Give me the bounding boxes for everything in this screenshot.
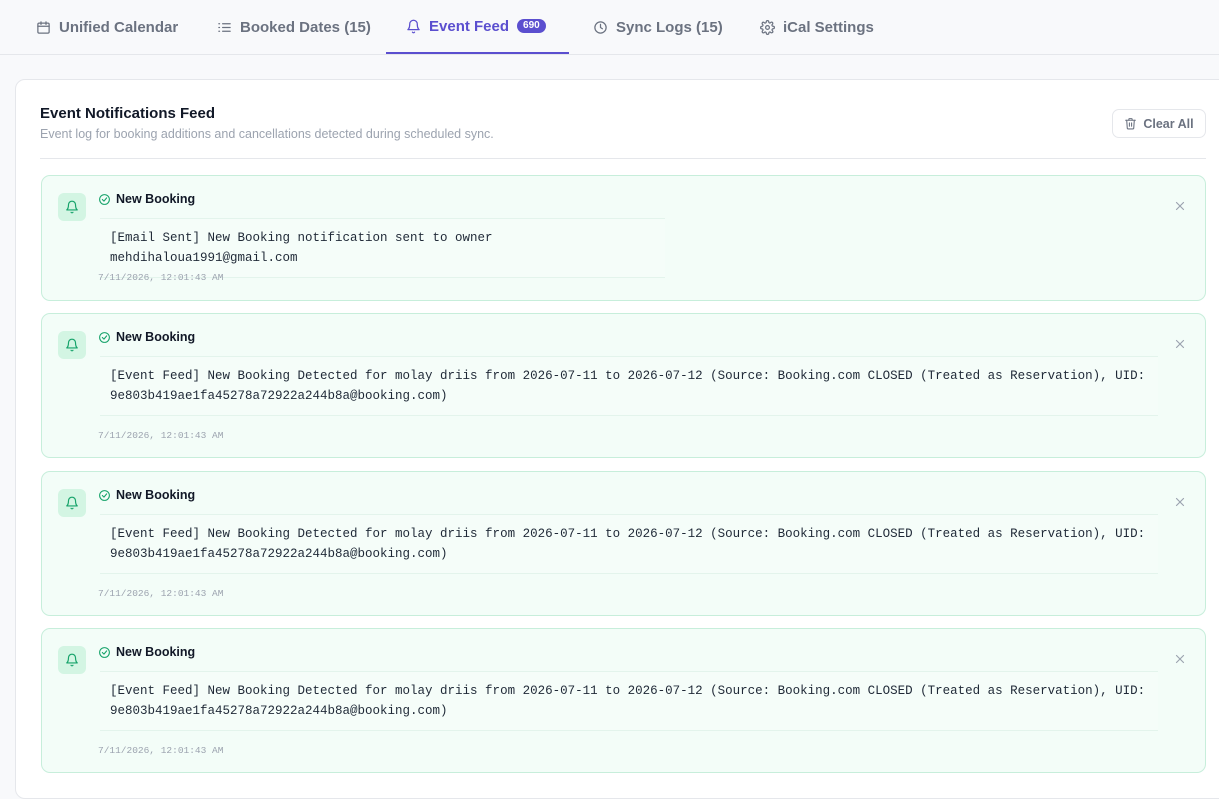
event-message-line: [Email Sent] New Booking notification se… [110,231,493,265]
event-bell-badge [58,331,86,359]
bell-icon [66,653,78,667]
event-message-line: 9e803b419ae1fa45278a72922a244b8a@booking… [110,704,448,718]
tab-ical-settings[interactable]: iCal Settings [760,0,874,54]
event-card: New Booking [Email Sent] New Booking not… [41,175,1206,301]
dismiss-event-button[interactable] [1173,495,1187,509]
panel-subtitle: Event log for booking additions and canc… [40,127,494,141]
event-message: [Email Sent] New Booking notification se… [100,218,665,278]
event-type: New Booking [98,645,195,659]
event-card: New Booking [Event Feed] New Booking Det… [41,471,1206,616]
event-type: New Booking [98,330,195,344]
dismiss-event-button[interactable] [1173,199,1187,213]
event-message: [Event Feed] New Booking Detected for mo… [100,356,1158,416]
event-message: [Event Feed] New Booking Detected for mo… [100,671,1158,731]
event-bell-badge [58,489,86,517]
event-timestamp: 7/11/2026, 12:01:43 AM [98,588,224,599]
event-type-label: New Booking [116,330,196,344]
tab-label: iCal Settings [783,18,874,36]
clock-icon [594,20,607,34]
calendar-icon [37,20,50,34]
tab-label: Event Feed [429,17,510,35]
tab-unified-calendar[interactable]: Unified Calendar [36,0,178,54]
list-icon [218,22,231,32]
check-circle-icon [99,646,110,658]
tab-event-feed[interactable]: Event Feed 690 [386,0,569,54]
event-message: [Event Feed] New Booking Detected for mo… [100,514,1158,574]
event-card: New Booking [Event Feed] New Booking Det… [41,628,1206,773]
bell-icon [407,19,420,33]
check-circle-icon [99,193,110,205]
event-message-line: 9e803b419ae1fa45278a72922a244b8a@booking… [110,389,448,403]
dismiss-event-button[interactable] [1173,652,1187,666]
event-bell-badge [58,193,86,221]
dismiss-event-button[interactable] [1173,337,1187,351]
close-icon [1175,497,1185,507]
event-message-line: [Event Feed] New Booking Detected for mo… [110,369,1146,383]
bell-icon [66,496,78,510]
check-circle-icon [99,489,110,501]
tab-label: Sync Logs (15) [616,18,723,36]
close-icon [1175,201,1185,211]
event-type-label: New Booking [116,488,196,502]
tab-label: Unified Calendar [59,18,179,36]
event-card: New Booking [Event Feed] New Booking Det… [41,313,1206,458]
trash-icon [1125,118,1137,130]
bell-icon [66,200,78,214]
close-icon [1175,654,1185,664]
event-timestamp: 7/11/2026, 12:01:43 AM [98,430,224,441]
header-divider [40,158,1206,159]
event-type: New Booking [98,192,195,206]
event-type: New Booking [98,488,195,502]
tab-booked-dates[interactable]: Booked Dates (15) [217,0,371,54]
event-message-line: [Event Feed] New Booking Detected for mo… [110,527,1146,541]
tab-sync-logs[interactable]: Sync Logs (15) [593,0,723,54]
event-feed-panel: Event Notifications Feed Event log for b… [15,79,1219,799]
event-timestamp: 7/11/2026, 12:01:43 AM [98,272,224,283]
event-type-label: New Booking [116,645,196,659]
tab-label: Booked Dates (15) [240,18,371,36]
bell-icon [66,338,78,352]
event-message-line: [Event Feed] New Booking Detected for mo… [110,684,1146,698]
close-icon [1175,339,1185,349]
clear-all-button[interactable]: Clear All [1112,109,1206,138]
gear-icon [760,19,775,35]
panel-title: Event Notifications Feed [40,105,216,122]
event-bell-badge [58,646,86,674]
event-count-badge: 690 [517,19,546,33]
event-timestamp: 7/11/2026, 12:01:43 AM [98,745,224,756]
clear-all-label: Clear All [1143,116,1194,131]
event-message-line: 9e803b419ae1fa45278a72922a244b8a@booking… [110,547,448,561]
tab-bar: Unified Calendar Booked Dates (15) Event… [0,0,1219,55]
check-circle-icon [99,331,110,343]
event-type-label: New Booking [116,192,196,206]
